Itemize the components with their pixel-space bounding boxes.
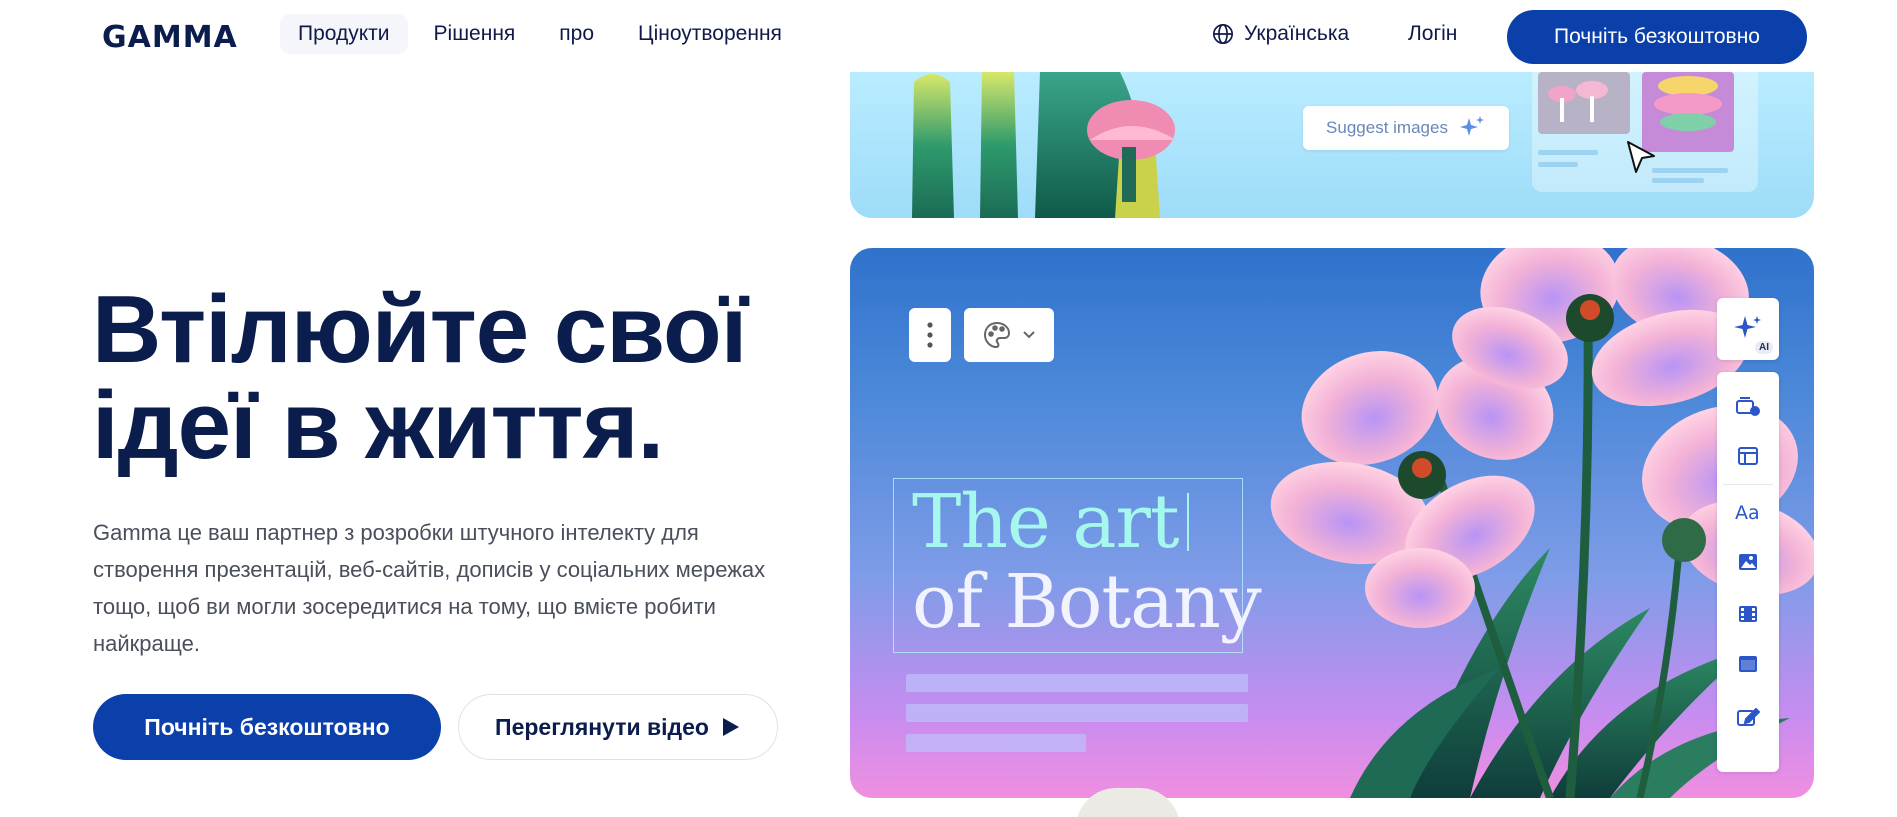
watch-video-label: Переглянути відео [495, 713, 709, 740]
gamma-logo[interactable]: GAMMA [102, 20, 238, 55]
add-card-icon [1736, 397, 1760, 416]
chevron-down-icon [1023, 331, 1035, 339]
login-link[interactable]: Логін [1408, 22, 1457, 46]
svg-text:Aa: Aa [1735, 502, 1760, 523]
theme-picker-button[interactable] [964, 308, 1054, 362]
placeholder-line [906, 734, 1086, 752]
palette-icon [983, 321, 1011, 349]
watch-video-button[interactable]: Переглянути відео [458, 694, 778, 760]
nav-link-solutions[interactable]: Рішення [416, 14, 534, 54]
nav-link-pricing[interactable]: Ціноутворення [620, 14, 800, 54]
placeholder-line [906, 674, 1248, 692]
text-caret [1186, 493, 1189, 551]
sparkle-icon [1459, 116, 1484, 136]
sidebar-divider [1723, 484, 1773, 485]
nav-links: Продукти Рішення про Ціноутворення [280, 14, 800, 54]
add-card-tool[interactable] [1717, 386, 1779, 426]
mouse-cursor-icon [1627, 141, 1655, 173]
text-style-icon: Aa [1735, 502, 1760, 523]
video-icon [1739, 606, 1757, 622]
hero-title-line2: ідеї в життя. [92, 372, 664, 479]
edit-icon [1737, 707, 1760, 726]
play-icon [722, 718, 739, 736]
image-icon [1739, 554, 1757, 570]
sparkle-icon [1734, 316, 1761, 338]
edit-tool[interactable] [1717, 696, 1779, 736]
layout-tool[interactable] [1717, 436, 1779, 476]
vertical-dots-icon [927, 322, 933, 348]
top-nav: GAMMA Продукти Рішення про Ціноутворення… [0, 0, 1897, 72]
text-style-tool[interactable]: Aa [1717, 492, 1779, 532]
language-label: Українська [1244, 22, 1350, 45]
nav-start-free-button[interactable]: Почніть безкоштовно [1507, 10, 1807, 64]
ai-assist-button[interactable]: AI [1717, 298, 1779, 360]
embed-tool[interactable] [1717, 644, 1779, 684]
image-tool[interactable] [1717, 542, 1779, 582]
suggest-images-button[interactable]: Suggest images [1303, 106, 1509, 150]
ai-badge: AI [1755, 341, 1773, 354]
language-selector[interactable]: Українська [1212, 22, 1349, 46]
globe-icon [1213, 24, 1233, 44]
more-options-button[interactable] [909, 308, 951, 362]
hero-title: Втілюйте свої ідеї в життя. [92, 282, 812, 474]
editor-tool-sidebar: Aa [1717, 372, 1779, 772]
start-free-button[interactable]: Почніть безкоштовно [93, 694, 441, 760]
layout-icon [1738, 447, 1758, 465]
slide-title-line2: of Botany [912, 559, 1262, 645]
video-tool[interactable] [1717, 594, 1779, 634]
placeholder-line [906, 704, 1248, 722]
embed-icon [1739, 656, 1757, 672]
suggest-images-label: Suggest images [1326, 118, 1448, 137]
hero-title-line1: Втілюйте свої [92, 276, 748, 383]
nav-link-about[interactable]: про [541, 14, 612, 54]
hero-description: Gamma це ваш партнер з розробки штучного… [93, 520, 766, 656]
nav-link-products[interactable]: Продукти [280, 14, 408, 54]
slide-title-line1: The art [912, 479, 1180, 565]
slide-title[interactable]: The art of Botany [912, 479, 1262, 645]
